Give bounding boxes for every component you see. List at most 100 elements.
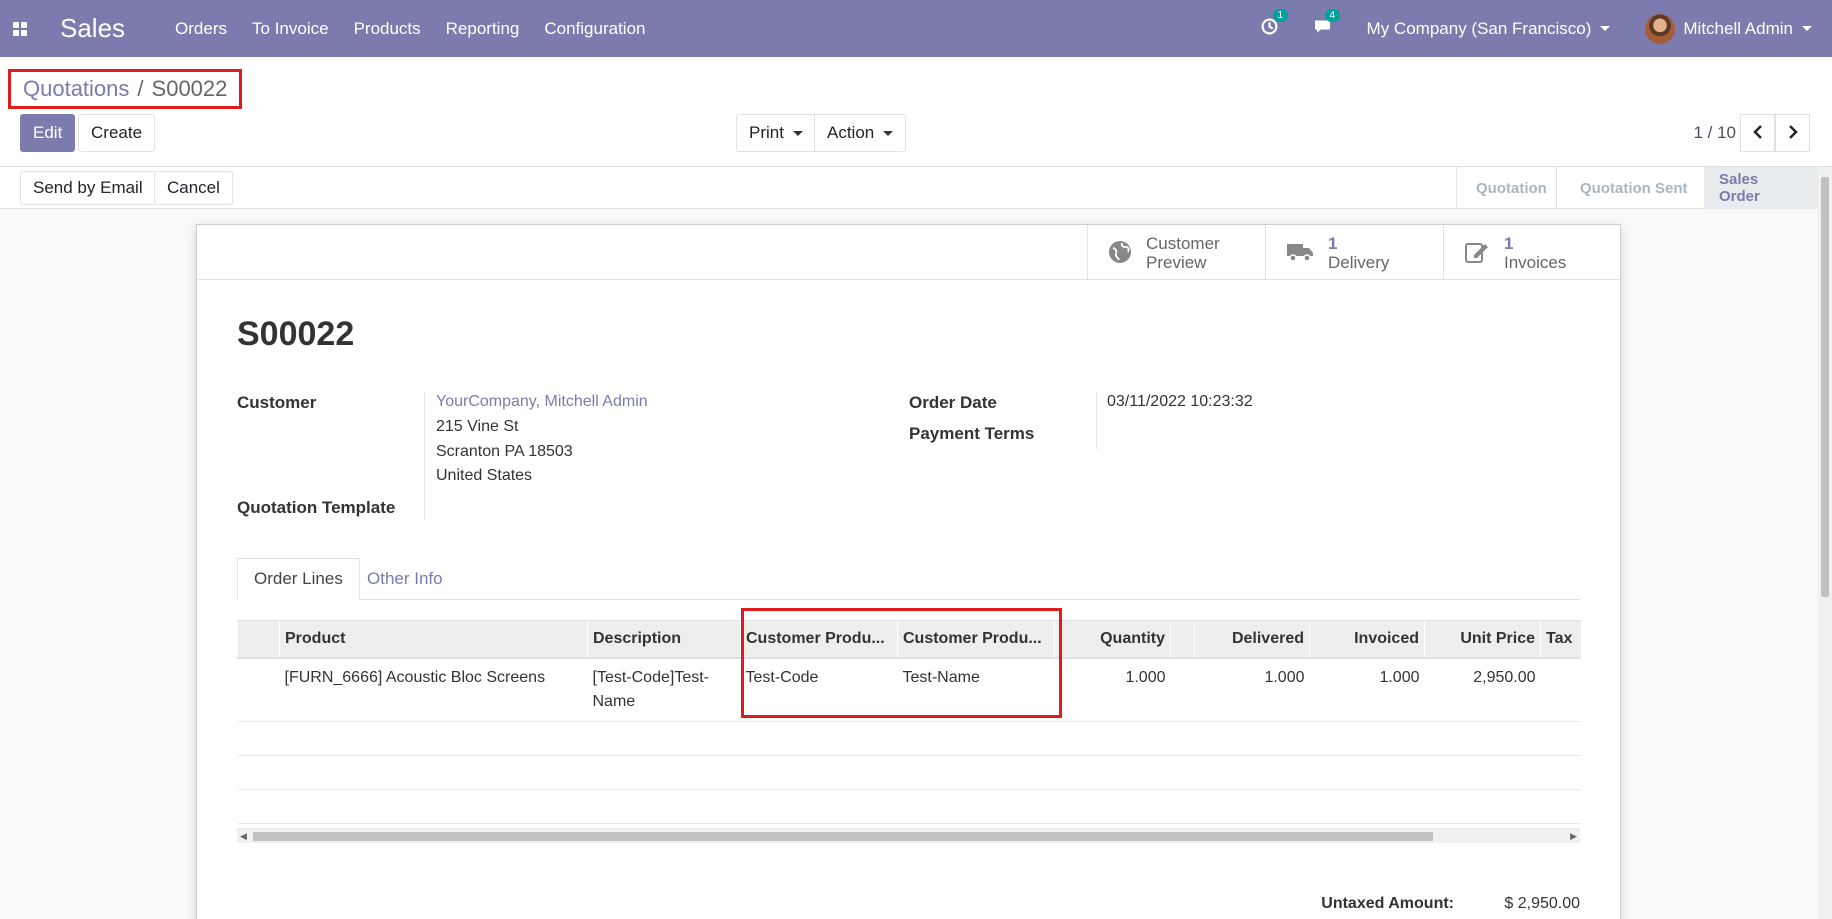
delivery-label: Delivery [1328, 252, 1390, 272]
caret-down-icon [792, 130, 803, 136]
cell-description: [Test-Code]Test-Name [587, 657, 741, 722]
stage-divider [1456, 167, 1457, 209]
empty-row [237, 789, 1581, 824]
user-name: Mitchell Admin [1683, 18, 1793, 38]
preview-line1: Customer [1146, 233, 1220, 253]
tab-order-lines[interactable]: Order Lines [237, 558, 360, 600]
stage-divider [1556, 167, 1557, 209]
order-date-value: 03/11/2022 10:23:32 [1107, 393, 1253, 410]
table-horizontal-scrollbar[interactable]: ◀ ▶ [237, 828, 1580, 843]
edit-document-icon [1464, 240, 1490, 266]
breadcrumb-quotations[interactable]: Quotations [23, 76, 129, 102]
cell-customer-product-code: Test-Code [740, 657, 898, 722]
record-title: S00022 [237, 315, 355, 353]
menu-to-invoice[interactable]: To Invoice [252, 19, 329, 39]
quotation-template-label: Quotation Template [237, 498, 396, 517]
payment-terms-label: Payment Terms [909, 424, 1035, 443]
stage-sales-order[interactable]: Sales Order [1704, 167, 1818, 209]
address-street: 215 Vine St [436, 418, 519, 435]
user-menu[interactable]: Mitchell Admin [1645, 13, 1812, 44]
field-divider [424, 393, 425, 519]
edit-button[interactable]: Edit [20, 114, 76, 152]
breadcrumb-current: S00022 [151, 76, 228, 101]
scroll-right-icon[interactable]: ▶ [1570, 831, 1577, 842]
invoices-count: 1 [1504, 233, 1514, 253]
notebook-tabs: Order Lines Other Info [237, 558, 1580, 600]
company-switcher[interactable]: My Company (San Francisco) [1367, 19, 1611, 39]
top-navbar: Sales Orders To Invoice Products Reporti… [0, 0, 1832, 57]
caret-down-icon [883, 130, 894, 136]
cell-delivered: 1.000 [1194, 657, 1310, 722]
untaxed-amount-value: $ 2,950.00 [1504, 895, 1580, 912]
col-description[interactable]: Description [587, 620, 741, 659]
breadcrumb: Quotations / S00022 [8, 69, 243, 109]
form-sheet: Customer Preview 1 Delivery 1 Invoices S000… [196, 224, 1621, 919]
empty-row [237, 721, 1581, 756]
customer-label: Customer [237, 393, 317, 412]
col-customer-product-code[interactable]: Customer Produ... [740, 620, 898, 659]
table-row[interactable]: [FURN_6666] Acoustic Bloc Screens [Test-… [237, 657, 1581, 722]
action-button[interactable]: Action [814, 114, 907, 152]
pager-value[interactable]: 1 / 10 [1693, 123, 1736, 143]
preview-line2: Preview [1146, 252, 1207, 272]
col-product[interactable]: Product [279, 620, 588, 659]
col-delivered[interactable]: Delivered [1194, 620, 1310, 659]
tab-other-info[interactable]: Other Info [351, 558, 459, 600]
messages-badge: 4 [1324, 8, 1341, 22]
field-divider [1096, 393, 1097, 449]
control-panel: Quotations / S00022 Edit Create Print Ac… [0, 57, 1832, 167]
cell-product: [FURN_6666] Acoustic Bloc Screens [279, 657, 588, 722]
messages-button[interactable]: 4 [1313, 8, 1341, 40]
stage-quotation[interactable]: Quotation [1476, 167, 1547, 209]
app-title[interactable]: Sales [60, 13, 125, 44]
page-scrollbar-thumb[interactable] [1821, 177, 1829, 597]
invoices-button[interactable]: 1 Invoices [1443, 225, 1622, 280]
cell-unit-price: 2,950.00 [1424, 657, 1541, 722]
breadcrumb-separator: / [137, 76, 144, 101]
create-button[interactable]: Create [78, 114, 156, 152]
delivery-button[interactable]: 1 Delivery [1265, 225, 1443, 280]
pager-next-button[interactable] [1775, 114, 1810, 152]
apps-menu-icon[interactable] [0, 0, 40, 57]
activity-badge: 1 [1272, 8, 1289, 22]
address-country: United States [436, 467, 533, 484]
pager-previous-button[interactable] [1740, 114, 1775, 152]
untaxed-amount-label: Untaxed Amount: [1321, 895, 1454, 912]
send-by-email-button[interactable]: Send by Email [20, 171, 156, 205]
stage-quotation-sent[interactable]: Quotation Sent [1580, 167, 1688, 209]
print-button[interactable]: Print [736, 114, 816, 152]
table-header-row: Product Description Customer Produ... Cu… [237, 620, 1581, 659]
print-label: Print [749, 123, 784, 142]
smart-buttons-row: Customer Preview 1 Delivery 1 Invoices [197, 225, 1620, 280]
delivery-count: 1 [1328, 233, 1338, 253]
menu-configuration[interactable]: Configuration [544, 19, 645, 39]
chevron-right-icon [1787, 122, 1799, 145]
col-customer-product-name[interactable]: Customer Produ... [897, 620, 1055, 659]
globe-icon [1108, 240, 1132, 266]
col-unit-price[interactable]: Unit Price [1424, 620, 1541, 659]
caret-down-icon [1802, 26, 1812, 31]
menu-reporting[interactable]: Reporting [446, 19, 520, 39]
caret-down-icon [1600, 26, 1611, 31]
activity-button[interactable]: 1 [1261, 8, 1289, 40]
address-city: Scranton PA 18503 [436, 443, 573, 460]
order-date-label: Order Date [909, 393, 997, 412]
col-invoiced[interactable]: Invoiced [1309, 620, 1425, 659]
col-quantity[interactable]: Quantity [1054, 620, 1171, 659]
action-label: Action [827, 123, 875, 142]
cell-taxes [1540, 657, 1581, 722]
customer-preview-button[interactable]: Customer Preview [1087, 225, 1265, 280]
form-statusbar: Send by Email Cancel Quotation Quotation… [0, 167, 1832, 209]
invoices-label: Invoices [1504, 252, 1567, 272]
scrollbar-thumb[interactable] [253, 832, 1433, 841]
customer-link[interactable]: YourCompany, Mitchell Admin [436, 393, 648, 411]
page-scrollbar[interactable] [1818, 167, 1832, 919]
truck-icon [1286, 241, 1314, 265]
order-lines-table: Product Description Customer Produ... Cu… [237, 620, 1581, 824]
scroll-left-icon[interactable]: ◀ [240, 831, 247, 842]
cancel-button[interactable]: Cancel [154, 171, 233, 205]
menu-orders[interactable]: Orders [175, 19, 227, 39]
menu-products[interactable]: Products [354, 19, 421, 39]
cell-invoiced: 1.000 [1309, 657, 1425, 722]
col-taxes[interactable]: Tax [1540, 620, 1581, 659]
